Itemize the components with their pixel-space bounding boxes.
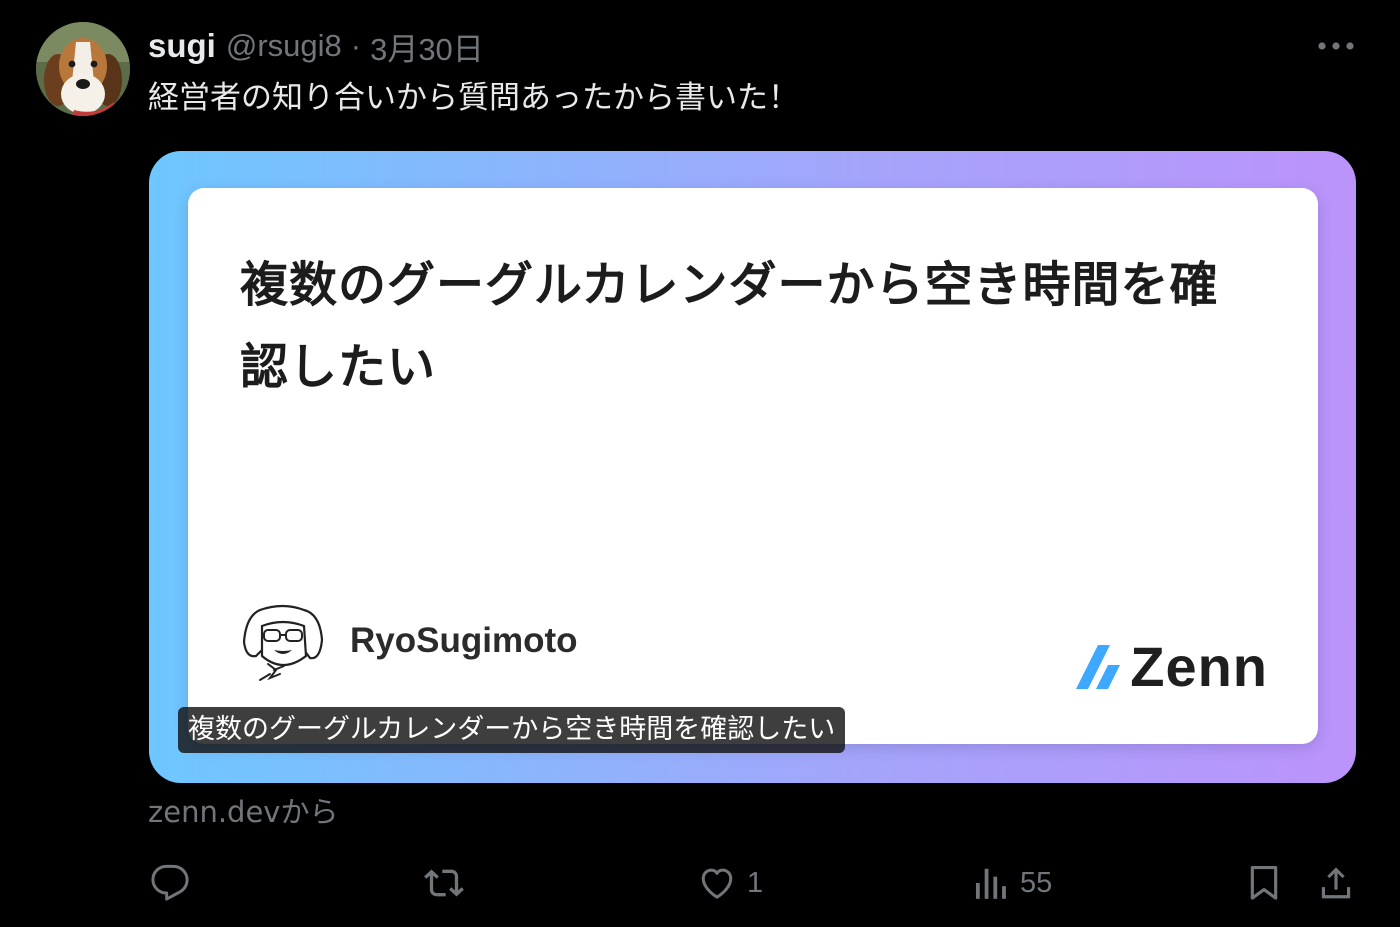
zenn-mark-icon — [1076, 644, 1121, 689]
user-handle[interactable]: @rsugi8 — [226, 28, 342, 64]
repost-button[interactable] — [422, 858, 476, 908]
zenn-logo: Zenn — [1074, 634, 1268, 699]
tweet-header: sugi @rsugi8 · 3月30日 — [148, 24, 484, 68]
share-icon — [1321, 867, 1351, 899]
card-caption: 複数のグーグルカレンダーから空き時間を確認したい — [178, 707, 846, 753]
bookmark-button[interactable] — [1244, 858, 1284, 908]
reply-button[interactable] — [150, 858, 200, 908]
tweet[interactable]: sugi @rsugi8 · 3月30日 経営者の知り合いから質問あったから書い… — [0, 0, 1400, 927]
beagle-photo-icon — [36, 22, 130, 116]
like-count: 1 — [747, 866, 764, 899]
separator-dot: · — [350, 28, 362, 63]
share-button[interactable] — [1316, 858, 1356, 908]
card-preview: 複数のグーグルカレンダーから空き時間を確認したい RyoSugimoto Zen… — [188, 188, 1318, 744]
heart-icon — [701, 868, 733, 899]
display-name[interactable]: sugi — [148, 27, 216, 65]
repost-icon — [424, 869, 464, 897]
avatar[interactable] — [36, 22, 130, 116]
reply-icon — [151, 864, 189, 901]
views-count: 55 — [1020, 866, 1053, 899]
views-button[interactable]: 55 — [972, 858, 1052, 908]
more-options-button[interactable] — [1312, 28, 1360, 64]
link-card[interactable]: 複数のグーグルカレンダーから空き時間を確認したい RyoSugimoto Zen… — [149, 151, 1356, 783]
like-button[interactable]: 1 — [697, 858, 763, 908]
card-source-link[interactable]: zenn.devから — [148, 790, 338, 834]
author-doodle-icon — [242, 604, 324, 681]
tweet-date[interactable]: 3月30日 — [370, 24, 484, 69]
zenn-wordmark: Zenn — [1130, 635, 1268, 698]
card-title: 複数のグーグルカレンダーから空き時間を確認したい — [240, 257, 1219, 395]
views-chart-icon — [975, 868, 1006, 899]
card-author: RyoSugimoto — [240, 600, 577, 686]
more-horizontal-icon — [1318, 42, 1354, 50]
bookmark-icon — [1250, 866, 1278, 900]
card-author-name: RyoSugimoto — [350, 621, 578, 660]
tweet-text: 経営者の知り合いから質問あったから書いた！ — [148, 80, 799, 116]
